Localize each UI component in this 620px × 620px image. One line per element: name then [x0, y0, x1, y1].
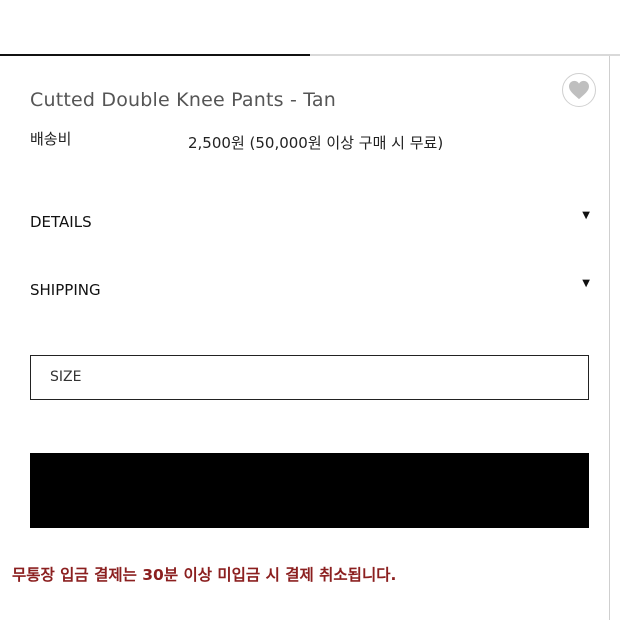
size-select-label: SIZE — [50, 369, 82, 385]
wishlist-button[interactable] — [562, 73, 596, 107]
details-label: DETAILS — [30, 213, 92, 231]
heart-icon — [569, 80, 589, 100]
product-title: Cutted Double Knee Pants - Tan — [30, 89, 337, 111]
size-select[interactable]: SIZE — [30, 355, 589, 400]
caret-down-icon: ▼ — [582, 278, 590, 289]
shipping-fee-value: 2,500원 (50,000원 이상 구매 시 무료) — [188, 134, 444, 152]
purchase-button[interactable] — [30, 453, 589, 528]
product-page: Cutted Double Knee Pants - Tan 배송비 2,500… — [0, 0, 620, 620]
shipping-label: SHIPPING — [30, 281, 101, 299]
caret-down-icon: ▼ — [582, 210, 590, 221]
details-accordion[interactable]: DETAILS ▼ — [30, 210, 590, 234]
payment-notice: 무통장 입금 결제는 30분 이상 미입금 시 결제 취소됩니다. — [12, 566, 397, 584]
shipping-accordion[interactable]: SHIPPING ▼ — [30, 278, 590, 302]
shipping-fee-label: 배송비 — [30, 130, 72, 148]
